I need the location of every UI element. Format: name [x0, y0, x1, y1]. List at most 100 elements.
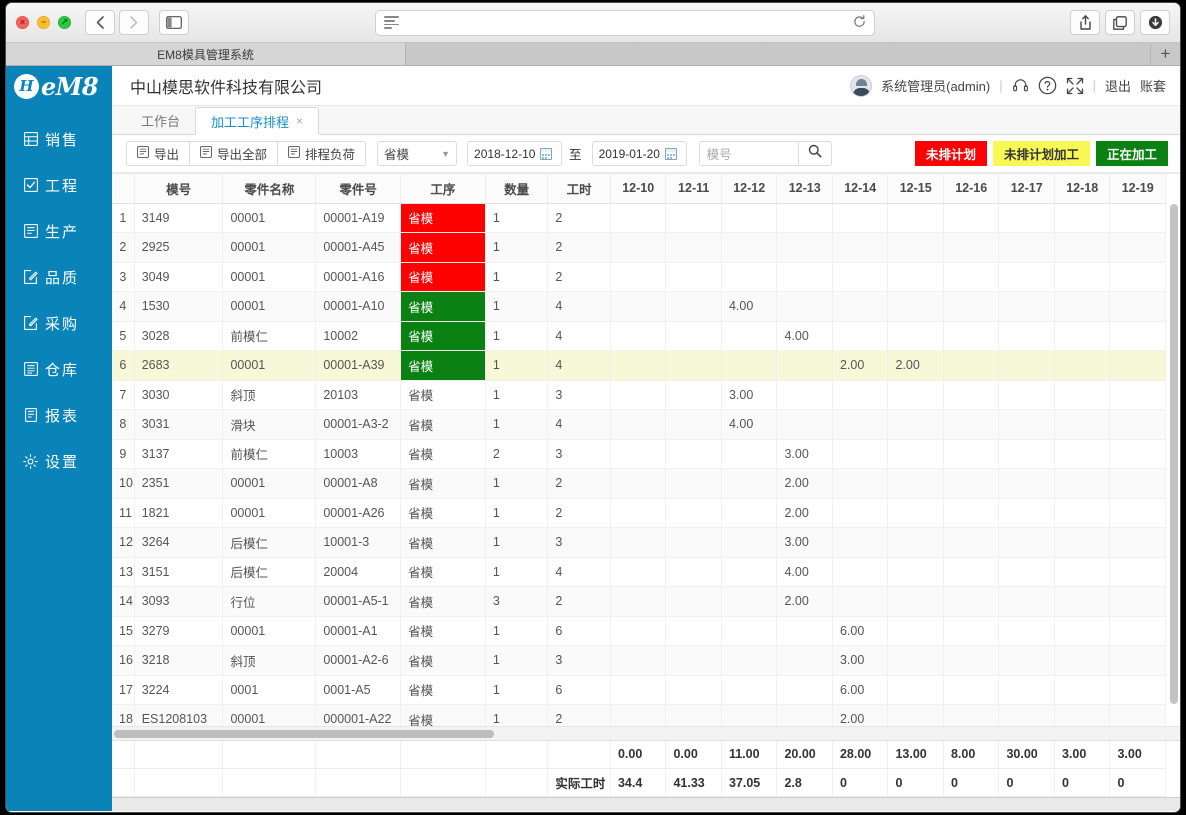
process-chip[interactable]: 省模	[401, 410, 484, 438]
process-chip[interactable]: 省模	[401, 499, 484, 527]
process-chip[interactable]: 省模	[401, 262, 485, 291]
process-chip[interactable]: 省模	[401, 528, 484, 556]
col-part-no[interactable]: 零件号	[315, 174, 402, 204]
process-chip[interactable]: 省模	[401, 381, 484, 409]
back-button[interactable]	[85, 10, 115, 35]
table-row[interactable]: 14 3093 行位 00001-A5-1 省模 3 2 2.00	[112, 586, 1166, 617]
table-row[interactable]: 13 3151 后模仁 20004 省模 1 4 4.00	[112, 557, 1166, 587]
search-button[interactable]	[798, 141, 832, 166]
col-day[interactable]: 12-18	[1054, 174, 1111, 204]
schedule-load-button[interactable]: 排程负荷	[277, 141, 367, 166]
date-from-input[interactable]: 2018-12-10	[467, 141, 563, 166]
cell-process[interactable]: 省模	[400, 262, 486, 292]
calendar-icon[interactable]	[664, 147, 677, 160]
col-day[interactable]: 12-17	[998, 174, 1055, 204]
col-day[interactable]: 12-10	[610, 174, 667, 204]
new-tab-icon[interactable]	[1105, 10, 1135, 35]
col-day[interactable]: 12-14	[832, 174, 889, 204]
cell-process[interactable]: 省模	[400, 527, 486, 558]
table-row[interactable]: 10 2351 00001 00001-A8 省模 1 2 2.00	[112, 468, 1166, 499]
table-row[interactable]: 6 2683 00001 00001-A39 省模 1 4 2.00 2.00	[112, 350, 1166, 381]
process-chip[interactable]: 省模	[401, 558, 484, 586]
cell-process[interactable]: 省模	[400, 675, 486, 705]
sidebar-item-reports[interactable]: 报表	[6, 392, 112, 438]
horizontal-scrollbar[interactable]	[112, 725, 1180, 740]
search-input[interactable]: 模号	[698, 141, 799, 166]
sidebar-item-purchasing[interactable]: 采购	[6, 300, 112, 346]
status-badge-unplanned-processing[interactable]: 未排计划加工	[992, 141, 1090, 166]
minimize-window-button[interactable]: −	[37, 16, 50, 29]
table-row[interactable]: 16 3218 斜顶 00001-A2-6 省模 1 3 3.00	[112, 645, 1166, 676]
sidebar-item-production[interactable]: 生产	[6, 208, 112, 254]
vertical-scroll-thumb[interactable]	[1170, 204, 1178, 704]
date-to-input[interactable]: 2019-01-20	[591, 141, 687, 166]
table-row[interactable]: 3 3049 00001 00001-A16 省模 1 2	[112, 262, 1166, 292]
col-day[interactable]: 12-12	[721, 174, 778, 204]
cell-process[interactable]: 省模	[400, 203, 486, 233]
cell-process[interactable]: 省模	[400, 291, 486, 322]
fullscreen-icon[interactable]	[1066, 77, 1084, 95]
grid-scroll-area[interactable]: 模号 零件名称 零件号 工序 数量 工时 12-10 12-11 12-12 1…	[112, 173, 1180, 726]
process-chip[interactable]: 省模	[401, 705, 484, 726]
download-icon[interactable]	[1140, 10, 1170, 35]
forward-button[interactable]	[119, 10, 149, 35]
cell-process[interactable]: 省模	[400, 557, 486, 587]
process-chip[interactable]: 省模	[401, 676, 484, 704]
cell-process[interactable]: 省模	[400, 380, 486, 410]
table-row[interactable]: 7 3030 斜顶 20103 省模 1 3 3.00	[112, 380, 1166, 410]
process-chip[interactable]: 省模	[401, 233, 485, 262]
table-row[interactable]: 17 3224 0001 0001-A5 省模 1 6 6.00	[112, 675, 1166, 705]
col-day[interactable]: 12-13	[776, 174, 833, 204]
cell-process[interactable]: 省模	[400, 616, 486, 646]
sidebar-item-sales[interactable]: 销售	[6, 116, 112, 162]
sidebar-item-quality[interactable]: 品质	[6, 254, 112, 300]
table-row[interactable]: 5 3028 前模仁 10002 省模 1 4 4.00	[112, 321, 1166, 351]
export-all-button[interactable]: 导出全部	[189, 141, 279, 166]
cell-process[interactable]: 省模	[400, 409, 486, 440]
calendar-icon[interactable]	[540, 147, 553, 160]
table-row[interactable]: 4 1530 00001 00001-A10 省模 1 4 4.00	[112, 291, 1166, 322]
tab-workbench[interactable]: 工作台	[126, 106, 195, 134]
process-chip[interactable]: 省模	[401, 203, 485, 232]
avatar[interactable]	[850, 74, 873, 97]
process-select[interactable]: 省模 ▼	[377, 141, 458, 166]
close-icon[interactable]: ×	[296, 114, 303, 128]
col-mold-no[interactable]: 模号	[134, 174, 224, 204]
account-link[interactable]: 账套	[1140, 76, 1166, 95]
table-row[interactable]: 11 1821 00001 00001-A26 省模 1 2 2.00	[112, 498, 1166, 528]
col-quantity[interactable]: 数量	[485, 174, 549, 204]
tab-process-scheduling[interactable]: 加工工序排程 ×	[195, 107, 320, 135]
col-day[interactable]: 12-16	[943, 174, 1000, 204]
table-row[interactable]: 12 3264 后模仁 10001-3 省模 1 3 3.00	[112, 527, 1166, 558]
headset-icon[interactable]	[1012, 77, 1029, 94]
process-chip[interactable]: 省模	[401, 292, 485, 321]
col-day[interactable]: 12-11	[665, 174, 722, 204]
export-button[interactable]: 导出	[126, 141, 191, 166]
col-day[interactable]: 12-15	[887, 174, 944, 204]
col-process[interactable]: 工序	[400, 174, 486, 204]
process-chip[interactable]: 省模	[401, 351, 485, 380]
cell-process[interactable]: 省模	[400, 468, 486, 499]
process-chip[interactable]: 省模	[401, 587, 484, 615]
status-badge-unplanned[interactable]: 未排计划	[914, 141, 987, 166]
sidebar-item-warehouse[interactable]: 仓库	[6, 346, 112, 392]
table-row[interactable]: 8 3031 滑块 00001-A3-2 省模 1 4 4.00	[112, 409, 1166, 440]
reload-icon[interactable]	[853, 14, 866, 31]
cell-process[interactable]: 省模	[400, 645, 486, 676]
table-row[interactable]: 18 ES1208103 00001 000001-A22 省模 1 2 2.00	[112, 704, 1166, 726]
share-icon[interactable]	[1070, 10, 1100, 35]
table-row[interactable]: 9 3137 前模仁 10003 省模 2 3 3.00	[112, 439, 1166, 469]
process-chip[interactable]: 省模	[401, 646, 484, 674]
logout-link[interactable]: 退出	[1105, 76, 1131, 95]
col-part-name[interactable]: 零件名称	[222, 174, 317, 204]
question-circle-icon[interactable]	[1038, 76, 1057, 95]
vertical-scrollbar[interactable]	[1170, 204, 1178, 724]
close-window-button[interactable]: ×	[16, 16, 29, 29]
table-row[interactable]: 15 3279 00001 00001-A1 省模 1 6 6.00	[112, 616, 1166, 646]
process-chip[interactable]: 省模	[401, 469, 484, 497]
reader-view-icon[interactable]	[383, 16, 399, 29]
cell-process[interactable]: 省模	[400, 704, 486, 726]
cell-process[interactable]: 省模	[400, 586, 486, 617]
process-chip[interactable]: 省模	[401, 321, 485, 350]
col-day[interactable]: 12-19	[1109, 174, 1166, 204]
